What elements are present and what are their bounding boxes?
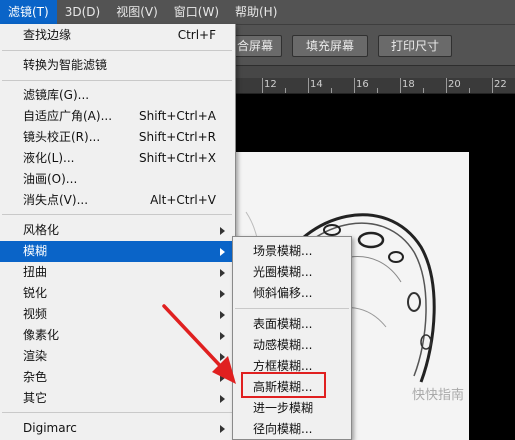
- submenu-arrow-icon: [220, 332, 225, 340]
- menu-item-shortcut: Shift+Ctrl+R: [138, 130, 216, 144]
- submenu-item-motion-blur[interactable]: 动感模糊...: [233, 335, 351, 356]
- menu-3d[interactable]: 3D(D): [57, 0, 108, 24]
- ruler-tick: [331, 88, 332, 93]
- submenu-arrow-icon: [220, 269, 225, 277]
- menu-item-filter-gallery[interactable]: 滤镜库(G)...: [0, 85, 234, 106]
- filter-dropdown-menu: 查找边缘 Ctrl+F 转换为智能滤镜 滤镜库(G)... 自适应广角(A)..…: [0, 24, 236, 440]
- submenu-arrow-icon: [220, 395, 225, 403]
- submenu-item-blur-more[interactable]: 进一步模糊: [233, 398, 351, 419]
- menu-item-find-edges[interactable]: 查找边缘 Ctrl+F: [0, 25, 234, 46]
- menu-help[interactable]: 帮助(H): [227, 0, 285, 24]
- submenu-arrow-icon: [220, 374, 225, 382]
- menu-item-label: 模糊: [23, 244, 48, 258]
- menu-item-label: 杂色: [23, 370, 48, 384]
- menu-item-label: 自适应广角(A)...: [23, 109, 113, 123]
- menu-window[interactable]: 窗口(W): [166, 0, 227, 24]
- horizontal-ruler: 12 14 16 18 20 22: [236, 78, 515, 94]
- ruler-label: 16: [356, 79, 369, 90]
- menu-item-label: 扭曲: [23, 265, 48, 279]
- menu-item-label: 锐化: [23, 286, 48, 300]
- submenu-arrow-icon: [220, 227, 225, 235]
- menu-separator: [2, 50, 232, 51]
- menu-item-stylize[interactable]: 风格化: [0, 220, 234, 241]
- menu-item-sharpen[interactable]: 锐化: [0, 283, 234, 304]
- menu-item-label: 视频: [23, 307, 48, 321]
- print-size-button[interactable]: 打印尺寸: [378, 35, 452, 57]
- menu-item-label: 镜头校正(R)...: [23, 130, 101, 144]
- ruler-tick: [262, 78, 263, 93]
- menu-item-shortcut: Ctrl+F: [177, 28, 216, 42]
- menu-item-convert-smart-filter[interactable]: 转换为智能滤镜: [0, 55, 234, 76]
- submenu-item-tilt-shift[interactable]: 倾斜偏移...: [233, 283, 351, 304]
- submenu-item-radial-blur[interactable]: 径向模糊...: [233, 419, 351, 440]
- gaussian-blur-highlight-box: [241, 372, 326, 398]
- menu-item-shortcut: Alt+Ctrl+V: [150, 193, 216, 207]
- menu-view[interactable]: 视图(V): [108, 0, 166, 24]
- submenu-arrow-icon: [220, 425, 225, 433]
- ruler-label: 12: [264, 79, 277, 90]
- menu-item-label: 查找边缘: [23, 28, 72, 42]
- submenu-arrow-icon: [220, 248, 225, 256]
- menu-item-video[interactable]: 视频: [0, 304, 234, 325]
- ruler-tick: [354, 78, 355, 93]
- menu-item-shortcut: Shift+Ctrl+A: [139, 109, 216, 123]
- menu-item-label: 风格化: [23, 223, 60, 237]
- menu-separator: [2, 412, 232, 413]
- menu-item-label: 消失点(V)...: [23, 193, 89, 207]
- menu-item-oil-paint[interactable]: 油画(O)...: [0, 169, 234, 190]
- submenu-item-field-blur[interactable]: 场景模糊...: [233, 241, 351, 262]
- submenu-arrow-icon: [220, 311, 225, 319]
- menu-separator: [2, 80, 232, 81]
- menu-item-lens-correction[interactable]: 镜头校正(R)... Shift+Ctrl+R: [0, 127, 234, 148]
- submenu-arrow-icon: [220, 353, 225, 361]
- menu-item-render[interactable]: 渲染: [0, 346, 234, 367]
- menu-item-blur[interactable]: 模糊: [0, 241, 234, 262]
- menu-item-shortcut: Shift+Ctrl+X: [139, 151, 216, 165]
- menu-item-label: 渲染: [23, 349, 48, 363]
- menu-item-digimarc[interactable]: Digimarc: [0, 418, 234, 439]
- menu-separator: [2, 214, 232, 215]
- ruler-tick: [400, 78, 401, 93]
- ruler-tick: [492, 78, 493, 93]
- menu-item-label: Digimarc: [23, 421, 77, 435]
- menu-bar: 滤镜(T) 3D(D) 视图(V) 窗口(W) 帮助(H): [0, 0, 515, 24]
- menu-item-noise[interactable]: 杂色: [0, 367, 234, 388]
- menu-item-label: 油画(O)...: [23, 172, 78, 186]
- ruler-tick: [285, 88, 286, 93]
- ruler-tick: [446, 78, 447, 93]
- ruler-tick: [377, 88, 378, 93]
- menu-separator: [235, 308, 349, 309]
- ruler-label: 22: [494, 79, 507, 90]
- menu-item-label: 滤镜库(G)...: [23, 88, 90, 102]
- ruler-tick: [308, 78, 309, 93]
- submenu-item-surface-blur[interactable]: 表面模糊...: [233, 314, 351, 335]
- watermark-text: 快快指南: [412, 388, 465, 403]
- blur-submenu: 场景模糊... 光圈模糊... 倾斜偏移... 表面模糊... 动感模糊... …: [232, 236, 352, 440]
- menu-item-adaptive-wide-angle[interactable]: 自适应广角(A)... Shift+Ctrl+A: [0, 106, 234, 127]
- ruler-tick: [423, 88, 424, 93]
- menu-item-other[interactable]: 其它: [0, 388, 234, 409]
- menu-filter[interactable]: 滤镜(T): [0, 0, 57, 24]
- menu-item-label: 其它: [23, 391, 48, 405]
- fill-screen-button[interactable]: 填充屏幕: [292, 35, 368, 57]
- menu-item-label: 转换为智能滤镜: [23, 58, 108, 72]
- menu-item-label: 液化(L)...: [23, 151, 75, 165]
- menu-item-label: 像素化: [23, 328, 60, 342]
- menu-item-liquify[interactable]: 液化(L)... Shift+Ctrl+X: [0, 148, 234, 169]
- menu-item-pixelate[interactable]: 像素化: [0, 325, 234, 346]
- ruler-label: 20: [448, 79, 461, 90]
- submenu-item-iris-blur[interactable]: 光圈模糊...: [233, 262, 351, 283]
- ruler-label: 14: [310, 79, 323, 90]
- menu-item-distort[interactable]: 扭曲: [0, 262, 234, 283]
- document-tab-strip: [236, 66, 515, 78]
- menu-item-vanishing-point[interactable]: 消失点(V)... Alt+Ctrl+V: [0, 190, 234, 211]
- ruler-label: 18: [402, 79, 415, 90]
- ruler-tick: [469, 88, 470, 93]
- submenu-arrow-icon: [220, 290, 225, 298]
